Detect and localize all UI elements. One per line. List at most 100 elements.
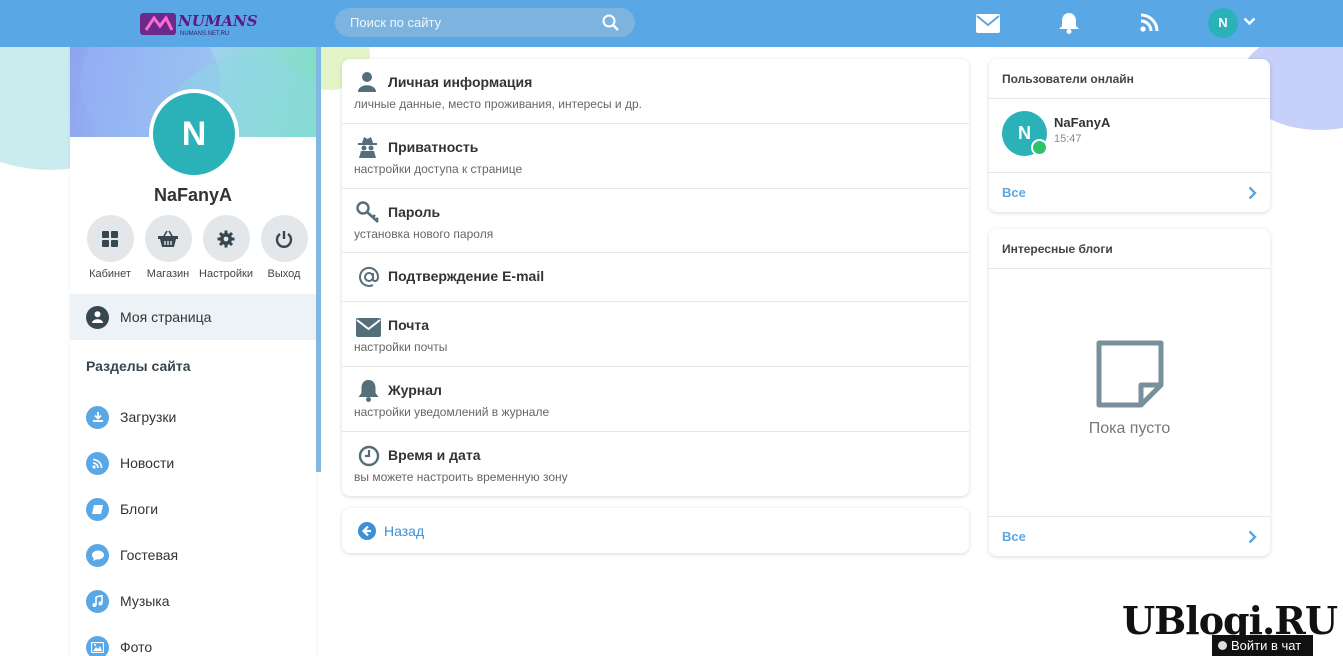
chevron-right-icon <box>1248 530 1257 544</box>
empty-text: Пока пусто <box>1088 420 1171 437</box>
search-box <box>335 8 635 37</box>
settings-item-title: Подтверждение E-mail <box>388 268 545 284</box>
settings-item-journal[interactable]: Журнал настройки уведомлений в журнале <box>342 367 969 432</box>
logout-button[interactable]: Выход <box>254 215 314 280</box>
at-icon <box>359 266 380 287</box>
all-label: Все <box>1002 185 1026 200</box>
settings-button[interactable]: Настройки <box>196 215 256 280</box>
shop-button[interactable]: Магазин <box>138 215 198 280</box>
clock-icon <box>358 445 380 467</box>
spy-icon <box>358 137 377 158</box>
my-page-link[interactable]: Моя страница <box>70 294 316 340</box>
online-users-widget: Пользователи онлайн N NaFanyA 15:47 Все <box>989 59 1270 212</box>
envelope-icon[interactable] <box>976 14 1000 33</box>
online-users-title: Пользователи онлайн <box>989 59 1270 99</box>
settings-item-title: Пароль <box>388 204 441 220</box>
blogs-title: Интересные блоги <box>989 229 1270 269</box>
download-icon <box>92 412 103 422</box>
sidebar-item-news[interactable]: Новости <box>86 440 306 486</box>
chevron-down-icon[interactable] <box>1243 17 1256 26</box>
book-icon <box>91 504 103 514</box>
enter-chat-label: Войти в чат <box>1231 638 1302 653</box>
key-icon <box>356 201 379 223</box>
empty-note-icon <box>1096 340 1163 408</box>
search-icon[interactable] <box>602 14 619 31</box>
settings-item-subtitle: вы можете настроить временную зону <box>354 470 568 484</box>
bell-icon[interactable] <box>1059 12 1079 34</box>
cabinet-button[interactable]: Кабинет <box>80 215 140 280</box>
settings-item-subtitle: личные данные, место проживания, интерес… <box>354 97 642 111</box>
profile-avatar[interactable]: N <box>149 89 239 179</box>
user-icon <box>92 311 103 323</box>
settings-item-subtitle: настройки уведомлений в журнале <box>354 405 550 419</box>
rss-icon <box>92 458 103 469</box>
arrow-left-circle-icon <box>358 521 376 540</box>
user-avatar-menu[interactable]: N <box>1208 8 1238 38</box>
sidebar-item-downloads[interactable]: Загрузки <box>86 394 306 440</box>
sidebar-item-photo[interactable]: Фото <box>86 624 306 656</box>
interesting-blogs-widget: Интересные блоги Пока пусто Все <box>989 229 1270 556</box>
settings-item-privacy[interactable]: Приватность настройки доступа к странице <box>342 124 969 189</box>
settings-item-subtitle: настройки доступа к странице <box>354 162 523 176</box>
sidebar-item-music[interactable]: Музыка <box>86 578 306 624</box>
logo-text: NUMANS <box>177 12 258 30</box>
settings-item-personal-info[interactable]: Личная информация личные данные, место п… <box>342 59 969 124</box>
power-icon <box>275 230 293 248</box>
sidebar-item-blogs[interactable]: Блоги <box>86 486 306 532</box>
sidebar-item-guestbook[interactable]: Гостевая <box>86 532 306 578</box>
all-label: Все <box>1002 529 1026 544</box>
online-user-name[interactable]: NaFanyA <box>1054 115 1110 130</box>
basket-icon <box>158 230 178 247</box>
my-page-label: Моя страница <box>120 309 212 325</box>
settings-item-title: Приватность <box>388 139 479 155</box>
online-user-time: 15:47 <box>1054 133 1082 145</box>
chat-status-icon <box>1218 641 1227 650</box>
settings-item-title: Время и дата <box>388 447 481 463</box>
empty-state: Пока пусто <box>989 339 1270 438</box>
search-input[interactable] <box>335 8 635 37</box>
chevron-right-icon <box>1248 186 1257 200</box>
left-sidebar: N NaFanyA Кабинет Магазин Настройки Выхо… <box>70 47 316 656</box>
settings-item-email-confirm[interactable]: Подтверждение E-mail <box>342 253 969 302</box>
enter-chat-button[interactable]: Войти в чат <box>1212 635 1313 656</box>
profile-name[interactable]: NaFanyA <box>70 185 316 206</box>
cabinet-label: Кабинет <box>89 268 131 280</box>
music-note-icon <box>92 595 103 607</box>
sidebar-item-label: Фото <box>120 639 153 655</box>
site-sections-list: Загрузки Новости Блоги Гостевая Музыка Ф… <box>86 394 306 656</box>
settings-item-datetime[interactable]: Время и дата вы можете настроить временн… <box>342 432 969 496</box>
online-users-all-link[interactable]: Все <box>989 172 1270 212</box>
blogs-all-link[interactable]: Все <box>989 516 1270 556</box>
sections-title: Разделы сайта <box>86 358 191 374</box>
photo-icon <box>91 641 104 653</box>
settings-item-mail[interactable]: Почта настройки почты <box>342 302 969 367</box>
site-logo[interactable]: NUMANS NUMANS.NET.RU <box>140 10 258 37</box>
back-button[interactable]: Назад <box>342 508 969 553</box>
sidebar-item-label: Блоги <box>120 501 159 517</box>
user-icon <box>358 72 376 92</box>
envelope-icon <box>356 318 381 337</box>
settings-item-title: Журнал <box>388 382 442 398</box>
grid-icon <box>102 230 118 247</box>
settings-item-title: Почта <box>388 317 430 333</box>
sidebar-item-label: Музыка <box>120 593 170 609</box>
logout-label: Выход <box>267 268 301 280</box>
settings-item-password[interactable]: Пароль установка нового пароля <box>342 189 969 253</box>
back-label: Назад <box>384 522 425 539</box>
settings-menu: Личная информация личные данные, место п… <box>342 59 969 496</box>
sidebar-scrollbar[interactable] <box>316 47 321 472</box>
online-status-icon <box>1031 139 1048 156</box>
rss-icon[interactable] <box>1140 13 1159 32</box>
sidebar-item-label: Новости <box>120 455 175 471</box>
settings-item-title: Личная информация <box>388 74 533 90</box>
chat-bubble-icon <box>91 550 104 561</box>
shop-label: Магазин <box>146 268 190 280</box>
top-navbar: NUMANS NUMANS.NET.RU N <box>0 0 1343 47</box>
logo-subtext: NUMANS.NET.RU <box>180 31 229 37</box>
gear-icon <box>217 230 235 247</box>
sidebar-item-label: Гостевая <box>120 547 179 563</box>
settings-label: Настройки <box>199 268 253 280</box>
settings-item-subtitle: установка нового пароля <box>354 227 494 241</box>
bell-icon <box>358 380 379 402</box>
quick-actions: Кабинет Магазин Настройки Выход <box>80 215 310 285</box>
